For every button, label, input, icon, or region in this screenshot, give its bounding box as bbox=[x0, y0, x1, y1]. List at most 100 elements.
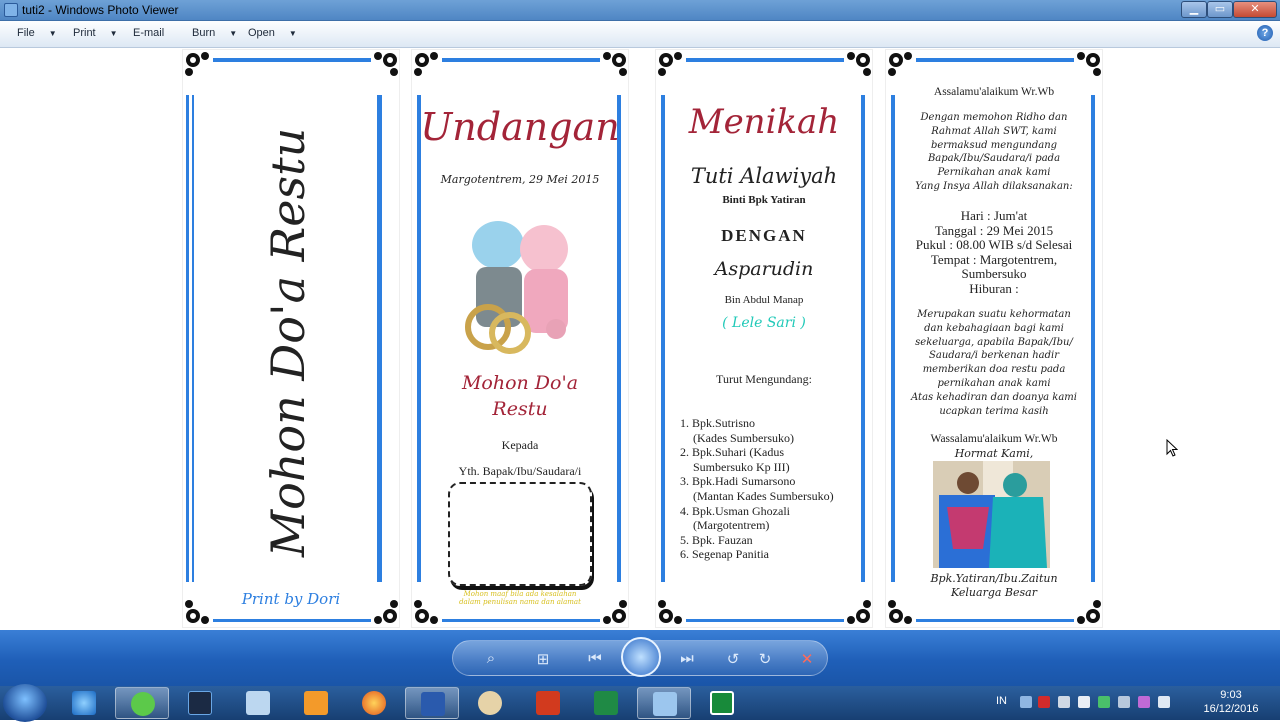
taskbar-word[interactable] bbox=[405, 687, 459, 719]
cover-title: Mohon Do'a Restu bbox=[261, 127, 315, 557]
intro-line: Dengan memohon Ridho dan bbox=[920, 112, 1068, 123]
detail-line: Pukul : 08.00 WIB s/d Selesai bbox=[915, 237, 1073, 252]
menu-open[interactable]: Open ▼ bbox=[248, 27, 297, 39]
word-icon bbox=[421, 692, 445, 716]
turut-mengundang-label: Turut Mengundang: bbox=[716, 372, 812, 386]
maximize-button[interactable]: ▭ bbox=[1207, 1, 1233, 18]
ornament-icon bbox=[842, 595, 872, 626]
signature-family: Keluarga Besar bbox=[950, 586, 1037, 599]
menu-burn-label: Burn bbox=[192, 27, 216, 39]
bride-parent: Binti Bpk Yatiran bbox=[722, 194, 806, 206]
couple-illustration bbox=[458, 205, 578, 365]
slideshow-button[interactable] bbox=[621, 637, 661, 677]
clock-date: 16/12/2016 bbox=[1203, 703, 1259, 715]
closing-paragraph: Merupakan suatu kehormatan dan kebahagia… bbox=[886, 308, 1102, 418]
taskbar-excel[interactable] bbox=[579, 687, 633, 719]
tray-green-icon[interactable] bbox=[1098, 696, 1110, 708]
taskbar-firefox[interactable] bbox=[347, 687, 401, 719]
tray-pen-icon[interactable] bbox=[1138, 696, 1150, 708]
volume-icon[interactable] bbox=[1158, 696, 1170, 708]
brochure-panel-details: Assalamu'alaikum Wr.Wb Dengan memohon Ri… bbox=[885, 49, 1103, 628]
invitation-date: Margotentrem, 29 Mei 2015 bbox=[440, 173, 600, 186]
kepada-label: Kepada bbox=[501, 438, 539, 452]
rotate-left-icon[interactable]: ↺ bbox=[721, 650, 745, 668]
taskbar-media[interactable] bbox=[289, 687, 343, 719]
notes-icon bbox=[246, 691, 270, 715]
list-item: (Mantan Kades Sumbersuko) bbox=[693, 488, 834, 503]
flag-icon[interactable] bbox=[1078, 696, 1090, 708]
groom-parent: Bin Abdul Manap bbox=[724, 294, 804, 306]
tray-device-icon[interactable] bbox=[1058, 696, 1070, 708]
detail-line: Sumbersuko bbox=[961, 266, 1027, 281]
taskbar-app-green[interactable] bbox=[695, 687, 749, 719]
intro-line: bermaksud mengundang bbox=[930, 139, 1058, 151]
zoom-icon[interactable]: ⌕ bbox=[479, 650, 503, 667]
detail-line: Tanggal : 29 Mei 2015 bbox=[934, 222, 1054, 238]
taskbar-photo-viewer[interactable] bbox=[637, 687, 691, 719]
tray-red-icon[interactable] bbox=[1038, 696, 1050, 708]
nickname: ( Lele Sari ) bbox=[722, 315, 806, 331]
menu-email[interactable]: E-mail bbox=[133, 27, 164, 39]
closing-line: sekeluarga, apabila Bapak/Ibu/ bbox=[915, 336, 1073, 348]
next-icon[interactable]: ⏭ bbox=[675, 650, 699, 667]
address-box bbox=[448, 482, 592, 586]
family-photo bbox=[933, 461, 1050, 568]
list-item: 3. Bpk.Hadi Sumarsono bbox=[680, 474, 796, 489]
list-item: 6. Segenap Panitia bbox=[680, 547, 769, 562]
close-button[interactable]: ✕ bbox=[1233, 1, 1277, 18]
minimize-button[interactable]: ▁ bbox=[1181, 1, 1207, 18]
language-indicator[interactable]: IN bbox=[996, 695, 1007, 707]
chevron-down-icon: ▼ bbox=[288, 29, 297, 38]
controls-pill: ⌕ ⊞ ⏮ ⏭ ↺ ↻ ✕ bbox=[452, 637, 828, 677]
tray-arrows-icon[interactable] bbox=[1020, 696, 1032, 708]
firefox-icon bbox=[362, 691, 386, 715]
intro-line: Rahmat Allah SWT, kami bbox=[931, 125, 1057, 137]
internet-explorer-icon bbox=[72, 691, 96, 715]
window-title: tuti2 - Windows Photo Viewer bbox=[22, 3, 179, 17]
clover-icon bbox=[131, 692, 155, 716]
taskbar-3d[interactable] bbox=[521, 687, 575, 719]
actual-size-icon[interactable]: ⊞ bbox=[531, 650, 555, 668]
brochure-panel-couple: Menikah Tuti Alawiyah Binti Bpk Yatiran … bbox=[655, 49, 873, 628]
event-details: Hari : Jum'at Tanggal : 29 Mei 2015 Puku… bbox=[886, 208, 1102, 296]
print-credit: Print by Dori bbox=[241, 590, 341, 608]
taskbar-ie[interactable] bbox=[57, 687, 111, 719]
taskbar-photoshop[interactable] bbox=[173, 687, 227, 719]
clock[interactable]: 9:03 16/12/2016 bbox=[1200, 688, 1262, 716]
help-icon[interactable]: ? bbox=[1257, 25, 1273, 41]
chevron-down-icon: ▼ bbox=[229, 29, 238, 38]
closing-line: Merupakan suatu kehormatan bbox=[917, 309, 1071, 320]
network-icon[interactable] bbox=[1118, 696, 1130, 708]
media-player-icon bbox=[304, 691, 328, 715]
restu-text: Restu bbox=[492, 398, 548, 420]
brochure-panel-cover: Mohon Do'a Restu Print by Dori bbox=[182, 49, 400, 628]
menu-burn[interactable]: Burn ▼ bbox=[192, 27, 237, 39]
menu-print[interactable]: Print ▼ bbox=[73, 27, 118, 39]
title-bar: tuti2 - Windows Photo Viewer ▁ ▭ ✕ bbox=[0, 0, 1280, 21]
intro-line: Bapak/Ibu/Saudara/i pada bbox=[927, 153, 1061, 165]
list-item: 1. Bpk.Sutrisno bbox=[680, 416, 756, 430]
list-item: 4. Bpk.Usman Ghozali bbox=[680, 503, 790, 518]
excel-icon bbox=[594, 691, 618, 715]
closing-line: dan kebahagiaan bagi kami bbox=[924, 322, 1064, 334]
taskbar-app-clover[interactable] bbox=[115, 687, 169, 719]
closing-line: ucapkan terima kasih bbox=[939, 405, 1049, 417]
delete-icon[interactable]: ✕ bbox=[795, 650, 819, 668]
taskbar-paint[interactable] bbox=[463, 687, 517, 719]
rotate-right-icon[interactable]: ↻ bbox=[753, 650, 777, 668]
list-item: Sumbersuko Kp III) bbox=[693, 459, 790, 474]
menu-file[interactable]: File ▼ bbox=[17, 27, 57, 39]
chevron-down-icon: ▼ bbox=[48, 29, 57, 38]
list-item: 2. Bpk.Suhari (Kadus bbox=[680, 445, 784, 460]
ornament-icon bbox=[656, 595, 687, 626]
start-button[interactable] bbox=[3, 684, 47, 722]
list-item: (Kades Sumbersuko) bbox=[693, 430, 794, 445]
taskbar-notes[interactable] bbox=[231, 687, 285, 719]
groom-name: Asparudin bbox=[714, 258, 814, 280]
closing-line: memberikan doa restu pada bbox=[922, 364, 1066, 376]
previous-icon[interactable]: ⏮ bbox=[583, 650, 607, 667]
detail-line: Tempat : Margotentrem, bbox=[930, 251, 1058, 267]
menu-bar: File ▼ Print ▼ E-mail Burn ▼ Open ▼ ? bbox=[0, 21, 1280, 48]
green-app-icon bbox=[710, 691, 734, 715]
taskbar: IN 9:03 16/12/2016 bbox=[0, 684, 1280, 722]
